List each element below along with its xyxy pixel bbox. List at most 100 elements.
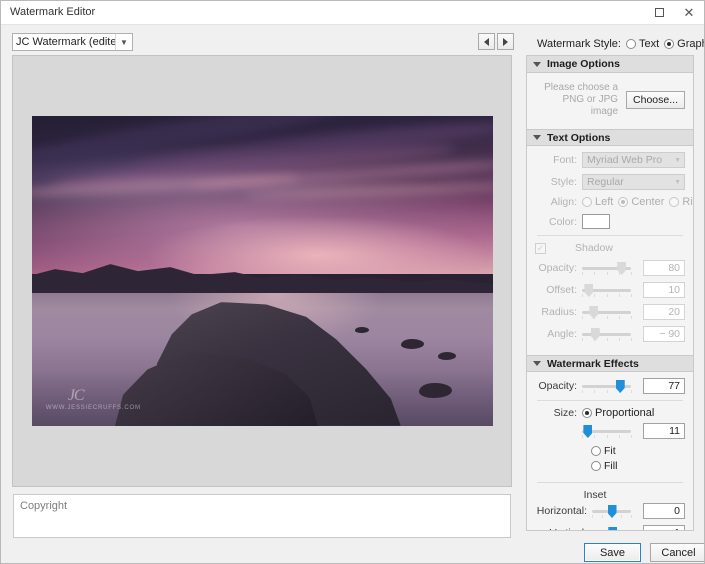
shadow-offset-label: Offset: — [546, 284, 577, 296]
inset-horizontal-value[interactable]: 0 — [643, 503, 685, 519]
section-header-text-options[interactable]: Text Options — [527, 129, 693, 146]
watermark-style-option-graphic[interactable]: Graphic — [664, 38, 704, 50]
size-fill-label: Fill — [604, 460, 618, 472]
slider-ticks — [582, 338, 632, 342]
align-row: Align: Left Center Right — [535, 196, 693, 208]
watermark-style-row: Watermark Style: Text Graphic — [537, 38, 704, 50]
section-header-image-options[interactable]: Image Options — [527, 56, 693, 73]
size-option-proportional[interactable]: Proportional — [582, 407, 654, 419]
shadow-opacity-label: Opacity: — [538, 262, 577, 274]
chevron-down-icon — [533, 135, 541, 140]
maximize-icon — [654, 8, 664, 17]
divider — [537, 235, 683, 236]
cancel-button[interactable]: Cancel — [650, 543, 704, 562]
align-option-right[interactable]: Right — [669, 196, 693, 208]
chevron-down-icon — [533, 61, 541, 67]
image-chooser-message-line1: Please choose a — [544, 82, 619, 93]
align-right-label: Right — [682, 196, 693, 208]
title-bar: Watermark Editor ✕ — [1, 1, 704, 25]
radio-fill[interactable] — [591, 461, 601, 471]
section-title: Watermark Effects — [547, 357, 639, 370]
inset-vertical-value[interactable]: 1 — [643, 525, 685, 530]
inset-vertical-row: Vertical: 1 — [535, 525, 685, 530]
radio-text-label: Text — [638, 38, 660, 50]
shadow-offset-row: Offset: 10 — [535, 282, 685, 298]
radio-graphic[interactable] — [664, 39, 675, 49]
chevron-down-icon: ▼ — [115, 34, 132, 50]
radio-proportional[interactable] — [582, 408, 592, 418]
image-chooser-row: Please choose a PNG or JPG image Choose.… — [535, 79, 685, 122]
align-left-label: Left — [595, 196, 614, 208]
divider — [537, 400, 683, 401]
shadow-radius-slider[interactable] — [582, 305, 632, 319]
image-chooser-message: Please choose a PNG or JPG image — [535, 82, 626, 118]
effects-opacity-value[interactable]: 77 — [643, 378, 685, 394]
preview-panel[interactable]: JC WWW.JESSIECRUFFS.COM — [12, 55, 512, 487]
style-row: Style: Regular ▼ — [535, 174, 685, 190]
copyright-textarea[interactable]: Copyright — [13, 494, 511, 538]
shadow-offset-value[interactable]: 10 — [643, 282, 685, 298]
align-option-left[interactable]: Left — [582, 196, 613, 208]
slider-thumb[interactable] — [608, 527, 618, 530]
save-button[interactable]: Save — [584, 543, 641, 562]
divider — [537, 482, 683, 483]
inset-vertical-slider[interactable] — [592, 526, 631, 530]
choose-image-button[interactable]: Choose... — [626, 91, 685, 109]
radio-fit[interactable] — [591, 446, 601, 456]
style-label: Style: — [550, 176, 577, 188]
section-header-watermark-effects[interactable]: Watermark Effects — [527, 355, 693, 372]
photo-rock — [419, 382, 452, 399]
size-proportional-label: Proportional — [595, 407, 655, 419]
inset-vertical-label: Vertical: — [535, 527, 587, 530]
shadow-angle-slider[interactable] — [582, 327, 632, 342]
size-option-fill[interactable]: Fill — [591, 460, 685, 472]
radio-graphic-label: Graphic — [677, 38, 704, 50]
style-select[interactable]: Regular ▼ — [582, 174, 685, 190]
previous-image-button[interactable] — [478, 33, 495, 50]
shadow-offset-slider[interactable] — [582, 283, 632, 297]
font-row: Font: Myriad Web Pro ▼ — [535, 152, 685, 168]
shadow-checkbox[interactable]: ✓ — [535, 242, 546, 254]
font-select[interactable]: Myriad Web Pro ▼ — [582, 152, 685, 168]
font-label: Font: — [553, 154, 577, 166]
close-icon: ✕ — [683, 5, 695, 20]
radio-align-right[interactable] — [669, 197, 680, 207]
slider-track — [582, 333, 631, 336]
shadow-radius-label: Radius: — [541, 306, 577, 318]
close-button[interactable]: ✕ — [674, 1, 704, 24]
options-panel: Image Options Please choose a PNG or JPG… — [526, 55, 694, 531]
next-image-button[interactable] — [497, 33, 514, 50]
shadow-row: ✓ Shadow — [535, 242, 685, 254]
align-option-center[interactable]: Center — [618, 196, 664, 208]
radio-align-center[interactable] — [618, 197, 629, 207]
size-slider[interactable] — [582, 424, 632, 438]
photo-rock — [354, 326, 369, 333]
shadow-angle-value[interactable]: − 90 — [643, 326, 685, 342]
shadow-opacity-row: Opacity: 80 — [535, 260, 685, 276]
size-value[interactable]: 11 — [643, 423, 685, 439]
shadow-angle-row: Angle: − 90 — [535, 326, 685, 342]
effects-opacity-slider[interactable] — [582, 379, 632, 393]
inset-horizontal-label: Horizontal: — [536, 505, 587, 517]
size-label: Size: — [553, 407, 577, 419]
preset-dropdown[interactable]: JC Watermark (edited) ▼ — [12, 33, 133, 51]
color-swatch[interactable] — [582, 214, 610, 229]
shadow-opacity-value[interactable]: 80 — [643, 260, 685, 276]
chevron-down-icon — [533, 361, 541, 366]
shadow-radius-value[interactable]: 20 — [643, 304, 685, 320]
inset-horizontal-slider[interactable] — [592, 504, 632, 518]
radio-text[interactable] — [625, 39, 636, 49]
photo-sky — [32, 116, 493, 275]
style-value: Regular — [587, 176, 624, 188]
maximize-button[interactable] — [644, 1, 674, 24]
shadow-opacity-slider[interactable] — [582, 261, 632, 275]
watermark-style-option-text[interactable]: Text — [625, 38, 660, 50]
chevron-down-icon: ▼ — [674, 178, 681, 186]
preview-navigation — [478, 33, 514, 50]
size-option-fit[interactable]: Fit — [591, 445, 685, 457]
radio-align-left[interactable] — [582, 197, 592, 207]
align-label: Align: — [550, 196, 577, 208]
fit-fill-options: Fit Fill — [591, 445, 685, 472]
image-options-body: Please choose a PNG or JPG image Choose.… — [527, 73, 693, 129]
section-title: Image Options — [547, 58, 620, 70]
